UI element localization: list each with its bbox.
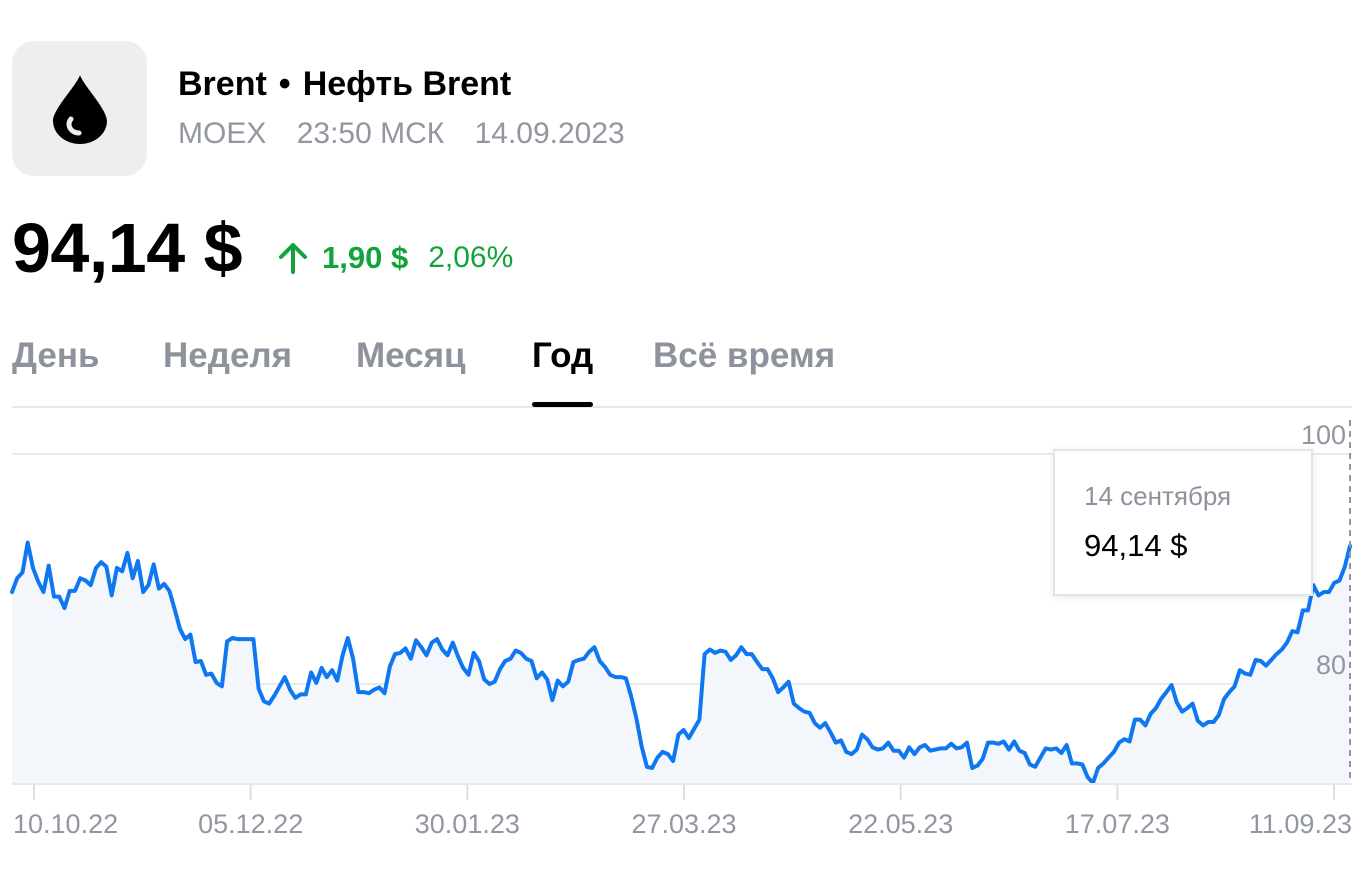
chart-tooltip: 14 сентября 94,14 $	[1053, 449, 1313, 596]
quote-meta: MOEX 23:50 МСК 14.09.2023	[178, 116, 647, 152]
x-tick-label: 05.12.22	[198, 809, 303, 839]
asset-title: Brent • Нефть Brent	[178, 64, 511, 104]
x-tick-label: 27.03.23	[631, 809, 736, 839]
asset-name: Нефть Brent	[302, 65, 512, 103]
x-tick-label: 30.01.23	[415, 809, 520, 839]
oil-drop-icon	[52, 74, 107, 144]
asset-logo	[12, 41, 147, 176]
x-tick-label: 10.10.22	[13, 809, 118, 839]
price-change: 1,90 $ 2,06%	[276, 238, 513, 278]
quote-date: 14.09.2023	[474, 117, 625, 150]
quote-time: 23:50 МСК	[296, 117, 445, 150]
tab-all-time[interactable]: Всё время	[653, 330, 835, 382]
period-tabs: День Неделя Месяц Год Всё время	[12, 330, 1352, 408]
arrow-up-icon	[279, 243, 307, 274]
y-tick-label: 80	[1316, 650, 1346, 680]
x-tick-label: 11.09.23	[1249, 809, 1352, 839]
title-separator: •	[278, 65, 291, 103]
change-percent: 2,06%	[428, 241, 514, 274]
tab-year[interactable]: Год	[532, 330, 593, 382]
exchange-label: MOEX	[178, 117, 267, 150]
y-tick-label: 100	[1301, 420, 1346, 450]
tab-month[interactable]: Месяц	[356, 330, 466, 382]
active-tab-indicator	[532, 402, 593, 407]
change-absolute: 1,90 $	[322, 240, 409, 275]
current-price: 94,14 $	[12, 209, 243, 287]
ticker-label: Brent	[178, 65, 267, 103]
tab-week[interactable]: Неделя	[163, 330, 292, 382]
tab-day[interactable]: День	[12, 330, 99, 382]
x-tick-label: 22.05.23	[848, 809, 953, 839]
tooltip-value: 94,14 $	[1084, 528, 1188, 563]
tooltip-date: 14 сентября	[1084, 481, 1232, 511]
x-tick-label: 17.07.23	[1065, 809, 1170, 839]
